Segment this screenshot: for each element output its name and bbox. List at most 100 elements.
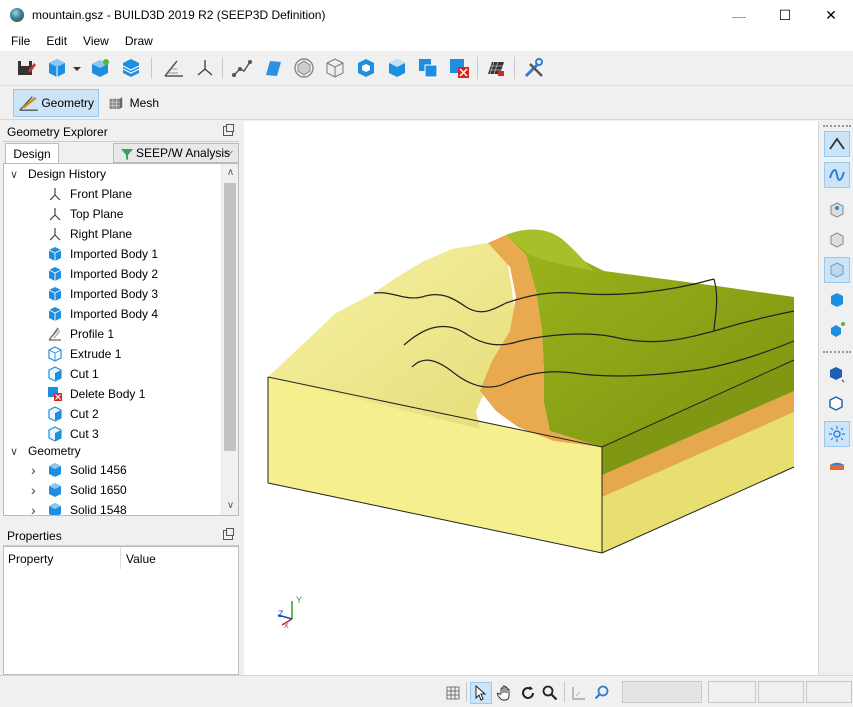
pan-tool-button[interactable] <box>494 682 516 704</box>
save-icon[interactable] <box>14 56 38 80</box>
solid-icon <box>47 502 63 515</box>
extrude-icon <box>47 346 63 362</box>
import-body-icon[interactable] <box>45 56 69 80</box>
pin-icon[interactable] <box>223 124 234 136</box>
zoom-fit-button[interactable] <box>591 682 613 704</box>
cube-edge-icon <box>830 232 844 248</box>
zoom-axes-button[interactable] <box>568 682 590 704</box>
menu-view[interactable]: View <box>75 34 117 48</box>
magnifier-icon <box>542 685 558 701</box>
minimize-button[interactable]: — <box>716 0 762 31</box>
collapse-chevron-icon[interactable]: ∨ <box>10 445 22 458</box>
menu-edit[interactable]: Edit <box>38 34 75 48</box>
3d-viewport[interactable]: Y Z X <box>244 121 818 675</box>
column-header-property: Property <box>8 552 54 566</box>
box-outline-icon[interactable] <box>323 56 347 80</box>
revolve-icon[interactable] <box>292 56 316 80</box>
surface-icon[interactable] <box>261 56 285 80</box>
axis-label-z: Z <box>278 609 284 619</box>
expand-chevron-icon[interactable]: › <box>31 482 43 498</box>
analysis-select[interactable]: SEEP/W Analysis ⌵ <box>113 143 239 163</box>
plane-axes-icon <box>47 226 63 242</box>
expand-chevron-icon[interactable]: › <box>31 502 43 515</box>
column-divider[interactable] <box>120 547 121 569</box>
status-separator <box>466 682 467 702</box>
peak-view-button[interactable] <box>824 131 850 157</box>
tree-scrollbar[interactable]: ∧ ∨ <box>221 164 238 515</box>
menu-file[interactable]: File <box>3 34 38 48</box>
tools-icon[interactable] <box>522 56 546 80</box>
mesh-body-icon[interactable] <box>484 56 508 80</box>
tree-item-label: Extrude 1 <box>70 347 122 361</box>
profile-icon <box>47 326 63 342</box>
scroll-down-icon[interactable]: ∨ <box>225 500 236 511</box>
pin-icon[interactable] <box>223 528 234 540</box>
tab-mesh[interactable]: Mesh <box>103 89 163 117</box>
cut-icon <box>47 366 63 382</box>
explorer-tabs: Design SEEP/W Analysis ⌵ <box>3 142 239 163</box>
layered-body-icon[interactable] <box>119 56 143 80</box>
close-button[interactable]: ✕ <box>808 0 853 31</box>
body-cube-icon <box>47 246 63 262</box>
toolbar-separator <box>514 57 515 79</box>
zoom-fit-icon <box>594 685 609 700</box>
cut-icon <box>47 406 63 422</box>
tree-item-label: Imported Body 2 <box>70 267 159 281</box>
collapse-chevron-icon[interactable]: ∨ <box>10 168 22 181</box>
menu-draw[interactable]: Draw <box>117 34 161 48</box>
maximize-button[interactable]: ☐ <box>762 0 808 31</box>
delete-body-icon[interactable] <box>447 56 471 80</box>
solid-icon <box>47 482 63 498</box>
terrain-model[interactable]: Y Z X <box>244 121 818 675</box>
outline-view-button[interactable] <box>824 391 850 417</box>
tree-item-label: Cut 3 <box>70 427 99 441</box>
tab-geometry[interactable]: Geometry <box>13 89 99 117</box>
hand-icon <box>497 685 510 701</box>
pointer-icon <box>475 685 487 701</box>
solid-cube-button[interactable] <box>824 287 850 313</box>
status-field-2 <box>758 681 804 703</box>
tab-geometry-label: Geometry <box>41 96 94 110</box>
tab-mesh-label: Mesh <box>129 96 159 110</box>
cube-face-icon <box>830 262 844 278</box>
grid-button[interactable] <box>442 682 464 704</box>
lighting-button[interactable] <box>824 421 850 447</box>
zoom-tool-button[interactable] <box>539 682 561 704</box>
union-icon[interactable] <box>416 56 440 80</box>
polyline-icon[interactable] <box>230 56 254 80</box>
face-cube-button[interactable] <box>824 257 850 283</box>
tab-design[interactable]: Design <box>5 143 59 163</box>
toolbar-separator <box>222 57 223 79</box>
delete-body-icon <box>47 386 63 402</box>
status-separator <box>564 682 565 702</box>
toolbar-separator <box>477 57 478 79</box>
scroll-up-icon[interactable]: ∧ <box>225 167 236 178</box>
import-stack-icon[interactable] <box>88 56 112 80</box>
hex-body-icon[interactable] <box>354 56 378 80</box>
plane-axes-icon <box>47 186 63 202</box>
select-tool-button[interactable] <box>470 682 492 704</box>
dropdown-arrow-icon[interactable] <box>71 56 83 80</box>
tree-item-label: Imported Body 4 <box>70 307 159 321</box>
axis-label-x: X <box>284 623 289 630</box>
curve-view-button[interactable] <box>824 162 850 188</box>
wireframe-cube-button[interactable] <box>824 197 850 223</box>
tree-item-label: Cut 2 <box>70 407 99 421</box>
color-bar-button[interactable] <box>824 453 850 479</box>
sketch-icon[interactable] <box>162 56 186 80</box>
rotate-icon <box>522 686 534 699</box>
wave-icon <box>829 169 845 181</box>
geometry-explorer-header: Geometry Explorer <box>3 122 239 142</box>
cut-body-icon[interactable] <box>385 56 409 80</box>
new-cube-button[interactable] <box>824 317 850 343</box>
axes-zoom-icon <box>572 687 585 700</box>
edge-cube-button[interactable] <box>824 227 850 253</box>
properties-header: Properties <box>3 526 239 546</box>
shaded-view-button[interactable] <box>824 361 850 387</box>
rotate-tool-button[interactable] <box>517 682 539 704</box>
expand-chevron-icon[interactable]: › <box>31 462 43 478</box>
scroll-thumb[interactable] <box>224 183 236 451</box>
title-bar: mountain.gsz - BUILD3D 2019 R2 (SEEP3D D… <box>0 0 853 31</box>
main-toolbar <box>0 51 853 86</box>
axes-icon[interactable] <box>193 56 217 80</box>
